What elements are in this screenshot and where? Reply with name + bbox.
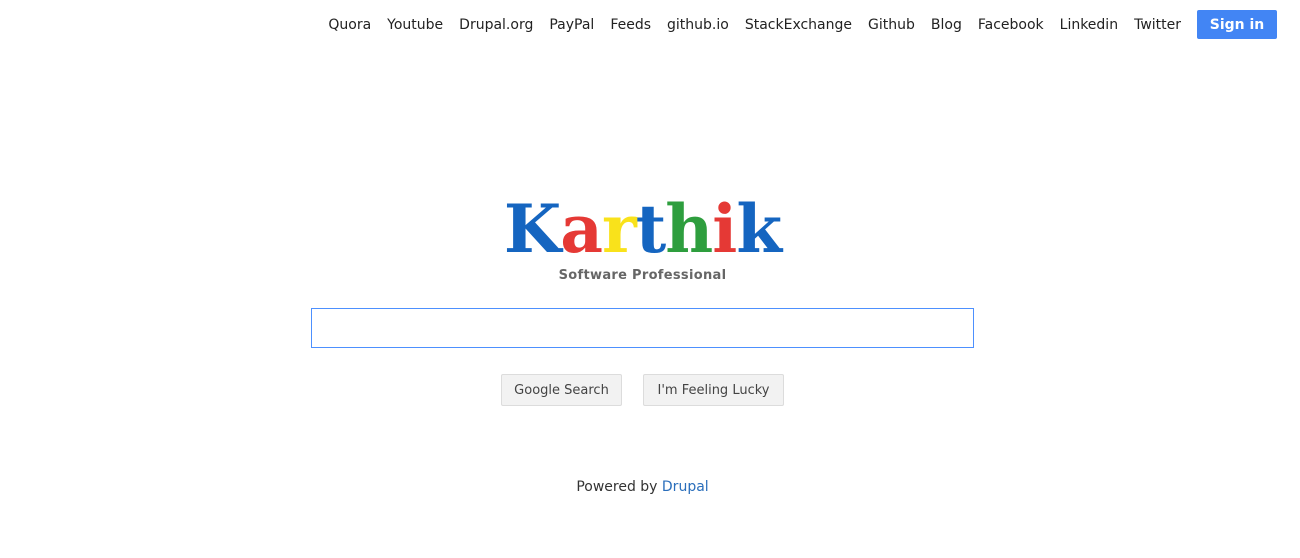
feeling-lucky-button[interactable]: I'm Feeling Lucky — [643, 374, 784, 406]
nav-link-blog[interactable]: Blog — [931, 17, 962, 33]
nav-link-facebook[interactable]: Facebook — [978, 17, 1044, 33]
logo-letter-k: K — [503, 190, 561, 268]
nav-link-github[interactable]: Github — [868, 17, 915, 33]
logo-letter-h: h — [665, 190, 713, 268]
nav-link-twitter[interactable]: Twitter — [1134, 17, 1181, 33]
nav-link-linkedin[interactable]: Linkedin — [1060, 17, 1118, 33]
footer: Powered by Drupal — [0, 479, 1285, 495]
nav-link-drupal-org[interactable]: Drupal.org — [459, 17, 533, 33]
logo-letter-a: a — [560, 190, 603, 268]
nav-link-youtube[interactable]: Youtube — [387, 17, 443, 33]
nav-link-feeds[interactable]: Feeds — [610, 17, 651, 33]
nav-link-quora[interactable]: Quora — [328, 17, 371, 33]
site-logo: K a r t h i k — [503, 190, 782, 268]
logo-area: K a r t h i k Software Professional — [0, 190, 1285, 283]
search-input[interactable] — [311, 308, 974, 348]
footer-prefix: Powered by — [576, 479, 662, 495]
footer-drupal-link[interactable]: Drupal — [662, 479, 709, 495]
sign-in-button[interactable]: Sign in — [1197, 10, 1277, 39]
logo-letter-r: r — [602, 190, 637, 268]
logo-letter-i: i — [712, 190, 737, 268]
logo-letter-t: t — [635, 190, 666, 268]
nav-link-stackexchange[interactable]: StackExchange — [745, 17, 852, 33]
nav-link-paypal[interactable]: PayPal — [549, 17, 594, 33]
site-tagline: Software Professional — [558, 268, 727, 283]
google-search-button[interactable]: Google Search — [501, 374, 622, 406]
logo-letter-k2: k — [736, 190, 782, 268]
nav-link-github-io[interactable]: github.io — [667, 17, 729, 33]
top-navigation: Quora Youtube Drupal.org PayPal Feeds gi… — [312, 10, 1277, 39]
